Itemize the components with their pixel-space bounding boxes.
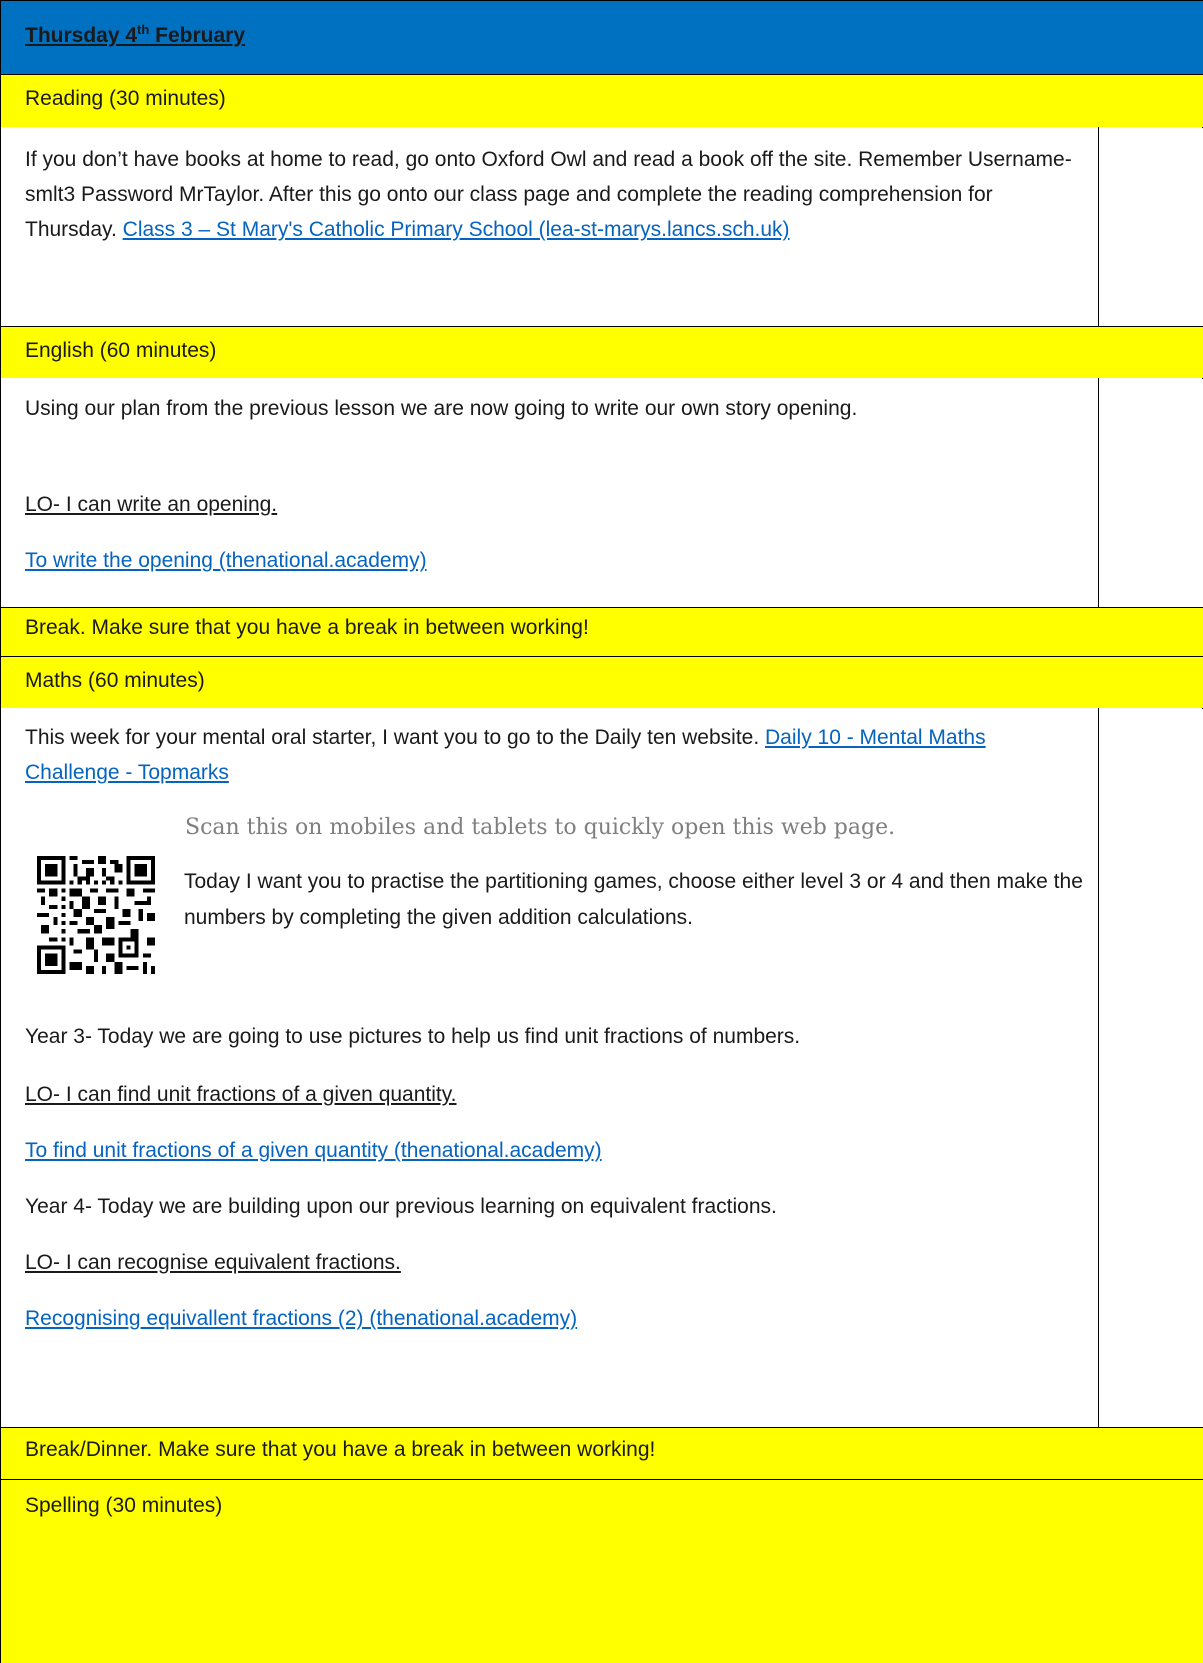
- reading-heading: Reading (30 minutes): [25, 87, 226, 110]
- dinner-break-text: Break/Dinner. Make sure that you have a …: [25, 1438, 656, 1461]
- maths-content-cell: This week for your mental oral starter, …: [1, 708, 1099, 1428]
- day-title: Thursday 4th February: [25, 22, 246, 47]
- english-link-para: To write the opening (thenational.academ…: [25, 543, 1078, 578]
- year3-link-para: To find unit fractions of a given quanti…: [25, 1133, 1078, 1168]
- maths-body-row: This week for your mental oral starter, …: [0, 708, 1202, 1428]
- year4-link-para: Recognising equivallent fractions (2) (t…: [25, 1301, 1078, 1336]
- reading-heading-row: Reading (30 minutes): [0, 74, 1203, 128]
- partitioning-instructions: Today I want you to practise the partiti…: [184, 870, 1083, 929]
- maths-heading: Maths (60 minutes): [25, 669, 205, 692]
- english-body-row: Using our plan from the previous lesson …: [0, 378, 1202, 608]
- equivalent-fractions-link[interactable]: Recognising equivallent fractions (2) (t…: [25, 1307, 577, 1330]
- class-page-link[interactable]: Class 3 – St Mary's Catholic Primary Sch…: [123, 218, 790, 241]
- english-side-cell: [1099, 378, 1202, 608]
- maths-heading-row: Maths (60 minutes): [0, 656, 1203, 709]
- reading-side-cell: [1099, 127, 1202, 327]
- reading-body-row: If you don’t have books at home to read,…: [0, 127, 1202, 327]
- lesson-plan-table: Thursday 4th February Reading (30 minute…: [0, 0, 1203, 1663]
- opening-lesson-link[interactable]: To write the opening (thenational.academ…: [25, 549, 427, 572]
- spelling-heading: Spelling (30 minutes): [25, 1494, 223, 1517]
- day-header: Thursday 4th February: [0, 0, 1203, 75]
- year3-lo: LO- I can find unit fractions of a given…: [25, 1083, 457, 1106]
- break-text: Break. Make sure that you have a break i…: [25, 616, 589, 639]
- reading-content-cell: If you don’t have books at home to read,…: [1, 127, 1099, 327]
- reading-text: If you don’t have books at home to read,…: [25, 148, 1072, 241]
- english-heading-row: English (60 minutes): [0, 326, 1203, 379]
- scan-caption: Scan this on mobiles and tablets to quic…: [185, 815, 896, 840]
- year3-text: Year 3- Today we are going to use pictur…: [25, 1025, 801, 1048]
- english-heading: English (60 minutes): [25, 339, 217, 362]
- maths-side-cell: [1099, 708, 1202, 1428]
- unit-fractions-link[interactable]: To find unit fractions of a given quanti…: [25, 1139, 602, 1162]
- spelling-heading-row: Spelling (30 minutes): [0, 1479, 1203, 1663]
- english-content-cell: Using our plan from the previous lesson …: [1, 378, 1099, 608]
- english-lo: LO- I can write an opening.: [25, 493, 278, 516]
- maths-intro: This week for your mental oral starter, …: [25, 726, 986, 784]
- year4-text: Year 4- Today we are building upon our p…: [25, 1195, 777, 1218]
- english-text: Using our plan from the previous lesson …: [25, 397, 858, 420]
- qr-code-icon: [37, 856, 155, 974]
- break-row: Break. Make sure that you have a break i…: [0, 607, 1203, 657]
- year4-lo: LO- I can recognise equivalent fractions…: [25, 1251, 401, 1274]
- dinner-break-row: Break/Dinner. Make sure that you have a …: [0, 1427, 1203, 1480]
